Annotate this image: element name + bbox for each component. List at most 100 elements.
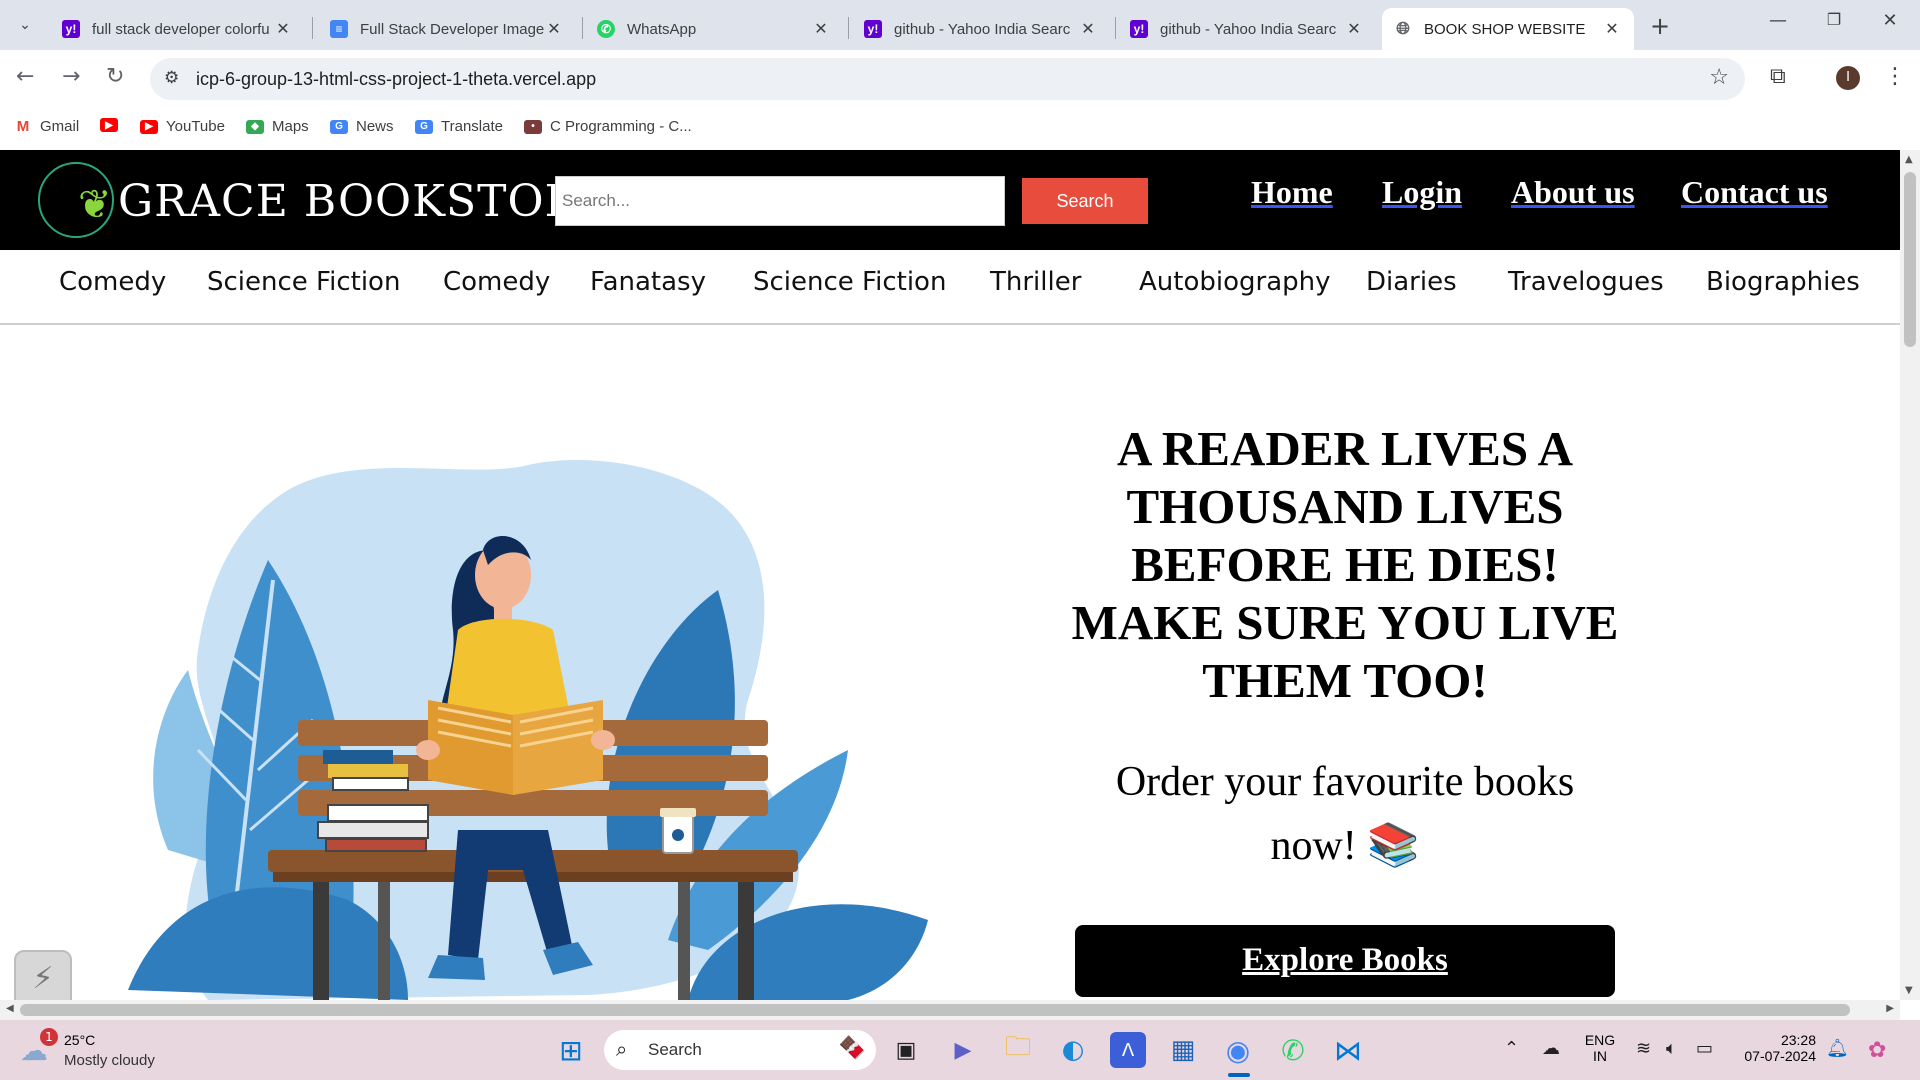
store-icon[interactable]: ▦: [1165, 1032, 1201, 1068]
clock-time: 23:28: [1780, 1032, 1816, 1048]
tab-5[interactable]: y! github - Yahoo India Searc ✕: [1118, 8, 1376, 50]
app-icon[interactable]: ᐱ: [1110, 1032, 1146, 1068]
tab-title: github - Yahoo India Searc: [1160, 20, 1337, 38]
nav-home[interactable]: Home: [1251, 174, 1333, 211]
close-tab-icon[interactable]: ✕: [1344, 19, 1364, 39]
genre-science-fiction[interactable]: Science Fiction: [753, 267, 946, 297]
youtube-icon: ▶: [100, 118, 118, 132]
chrome-icon[interactable]: ◉: [1220, 1032, 1256, 1068]
close-window-button[interactable]: ✕: [1870, 10, 1910, 31]
horizontal-scrollbar[interactable]: ◀ ▶: [0, 1000, 1900, 1020]
genre-biographies[interactable]: Biographies: [1706, 267, 1860, 297]
bookmark-c-programming[interactable]: • C Programming - C...: [524, 118, 692, 135]
scroll-down-icon[interactable]: ▼: [1905, 985, 1913, 996]
bookmark-youtube[interactable]: ▶ YouTube: [140, 118, 225, 135]
tab-6-active[interactable]: 🌐︎ BOOK SHOP WEBSITE ✕: [1382, 8, 1634, 50]
weather-widget[interactable]: ☁ 1 25°C Mostly cloudy: [20, 1028, 170, 1072]
search-highlight-icon: 🍫: [838, 1036, 866, 1061]
scroll-thumb[interactable]: [20, 1004, 1850, 1016]
bookmark-youtube-icon-only[interactable]: ▶: [100, 118, 126, 132]
close-tab-icon[interactable]: ✕: [544, 19, 564, 39]
volume-icon[interactable]: 🔈︎: [1666, 1038, 1677, 1059]
bench-leg: [313, 882, 329, 1000]
book: [332, 777, 409, 791]
tab-4[interactable]: y! github - Yahoo India Searc ✕: [852, 8, 1110, 50]
nav-contact-us[interactable]: Contact us: [1681, 174, 1828, 211]
bookmark-gmail[interactable]: M Gmail: [14, 118, 79, 135]
yahoo-icon: y!: [1130, 20, 1148, 38]
genre-diaries[interactable]: Diaries: [1366, 267, 1457, 297]
close-tab-icon[interactable]: ✕: [1078, 19, 1098, 39]
minimize-button[interactable]: —: [1758, 10, 1798, 31]
file-explorer-icon[interactable]: 🗀︎: [1000, 1032, 1036, 1068]
tab-title: Full Stack Developer Image: [360, 20, 544, 38]
genre-travelogues[interactable]: Travelogues: [1508, 267, 1664, 297]
genre-comedy[interactable]: Comedy: [443, 267, 550, 297]
close-tab-icon[interactable]: ✕: [273, 19, 293, 39]
clock[interactable]: 23:28 07-07-2024: [1726, 1032, 1816, 1064]
hero-subtitle: Order your favourite books now! 📚: [1115, 759, 1575, 869]
scroll-right-icon[interactable]: ▶: [1886, 1003, 1894, 1014]
bookmark-star-icon[interactable]: ☆: [1709, 65, 1729, 90]
bookmark-translate[interactable]: G Translate: [415, 118, 503, 135]
genre-science-fiction[interactable]: Science Fiction: [207, 267, 400, 297]
scroll-thumb[interactable]: [1904, 172, 1916, 347]
maps-icon: ◆: [246, 119, 264, 134]
tab-1[interactable]: y! full stack developer colorfu ✕: [50, 8, 305, 50]
taskbar-search[interactable]: ⌕ Search 🍫: [604, 1030, 876, 1070]
site-info-icon[interactable]: ⚙: [164, 68, 179, 88]
site-icon: •: [524, 119, 542, 134]
restore-button[interactable]: ❐: [1814, 10, 1854, 29]
vertical-scrollbar[interactable]: ▲ ▼: [1900, 150, 1920, 1000]
whatsapp-icon[interactable]: ✆: [1275, 1032, 1311, 1068]
tab-title: BOOK SHOP WEBSITE: [1424, 20, 1586, 38]
copilot-icon[interactable]: ✿: [1868, 1038, 1886, 1063]
genre-fantasy[interactable]: Fanatasy: [590, 267, 706, 297]
nav-about-us[interactable]: About us: [1511, 174, 1635, 211]
forward-icon[interactable]: →: [62, 64, 80, 89]
profile-avatar[interactable]: I: [1836, 66, 1860, 90]
search-button[interactable]: Search: [1022, 178, 1148, 224]
bookmark-maps[interactable]: ◆ Maps: [246, 118, 309, 135]
bell-icon[interactable]: 🔔︎: [1826, 1038, 1849, 1059]
reload-icon[interactable]: ↻: [106, 64, 124, 89]
url-text[interactable]: icp-6-group-13-html-css-project-1-theta.…: [196, 69, 596, 90]
nav-login[interactable]: Login: [1382, 174, 1462, 211]
language-indicator[interactable]: ENG IN: [1582, 1032, 1618, 1064]
menu-icon[interactable]: ⋮: [1884, 64, 1906, 89]
genre-comedy[interactable]: Comedy: [59, 267, 166, 297]
bookmark-label: Gmail: [40, 118, 80, 135]
tab-3[interactable]: ✆ WhatsApp ✕: [585, 8, 843, 50]
task-view-icon[interactable]: ▣: [888, 1032, 924, 1068]
bookmark-news[interactable]: G News: [330, 118, 394, 135]
tab-2[interactable]: ≡ Full Stack Developer Image ✕: [318, 8, 576, 50]
bookmark-label: C Programming - C...: [550, 118, 692, 135]
search-input[interactable]: [555, 176, 1005, 226]
onedrive-icon[interactable]: ☁: [1542, 1038, 1560, 1059]
book: [325, 838, 427, 852]
new-tab-button[interactable]: +: [1650, 12, 1670, 40]
explore-books-button[interactable]: Explore Books: [1075, 925, 1615, 997]
floating-widget-icon[interactable]: ⚡︎: [14, 950, 72, 1000]
chevron-up-icon[interactable]: ⌃: [1504, 1038, 1519, 1059]
teams-icon[interactable]: ▶︎: [945, 1032, 981, 1068]
tab-title: github - Yahoo India Searc: [894, 20, 1071, 38]
shoe: [428, 955, 485, 980]
close-tab-icon[interactable]: ✕: [1602, 19, 1622, 39]
extensions-icon[interactable]: ⧉: [1770, 64, 1786, 89]
close-tab-icon[interactable]: ✕: [811, 19, 831, 39]
wifi-icon[interactable]: ≋: [1636, 1038, 1651, 1059]
start-icon[interactable]: ⊞: [553, 1032, 589, 1068]
edge-icon[interactable]: ◐: [1055, 1032, 1091, 1068]
back-icon[interactable]: ←: [16, 64, 34, 89]
vscode-icon[interactable]: ⋈: [1330, 1032, 1366, 1068]
site-logo[interactable]: ❦ GRACE BOOKSTORE: [38, 162, 611, 238]
address-bar[interactable]: ⚙ icp-6-group-13-html-css-project-1-thet…: [150, 58, 1745, 100]
scroll-left-icon[interactable]: ◀: [6, 1003, 14, 1014]
scroll-up-icon[interactable]: ▲: [1905, 154, 1913, 165]
genre-autobiography[interactable]: Autobiography: [1139, 267, 1331, 297]
clock-date: 07-07-2024: [1744, 1048, 1816, 1064]
tab-search-button[interactable]: ⌄: [12, 12, 38, 38]
genre-thriller[interactable]: Thriller: [990, 267, 1081, 297]
battery-icon[interactable]: ▭: [1696, 1038, 1713, 1059]
